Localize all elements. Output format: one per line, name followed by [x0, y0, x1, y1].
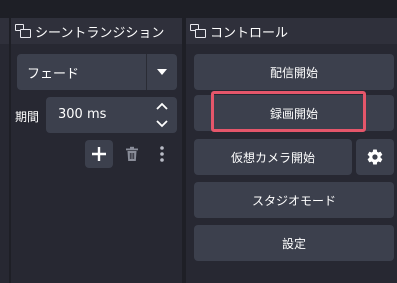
dock-undock-icon[interactable]	[190, 24, 206, 38]
settings-button[interactable]: 設定	[194, 225, 394, 261]
controls-header[interactable]: コントロール	[186, 18, 397, 44]
studio-mode-button[interactable]: スタジオモード	[194, 182, 394, 218]
start-streaming-button[interactable]: 配信開始	[194, 54, 394, 90]
previous-dock-edge	[0, 18, 9, 283]
transition-select[interactable]: フェード	[17, 54, 177, 90]
top-bar	[0, 0, 397, 18]
virtual-camera-settings-button[interactable]	[356, 139, 394, 175]
more-vertical-icon	[160, 146, 164, 162]
start-virtual-camera-button[interactable]: 仮想カメラ開始	[194, 139, 352, 175]
trash-icon	[126, 146, 138, 161]
transition-select-value: フェード	[27, 66, 80, 82]
scene-transitions-title: シーントランジション	[35, 25, 165, 41]
add-transition-button[interactable]	[85, 140, 113, 168]
duration-value[interactable]: 300 ms	[46, 97, 149, 133]
dock-undock-icon[interactable]	[15, 24, 31, 38]
chevron-down-icon[interactable]	[149, 115, 175, 133]
previous-dock-header-edge	[0, 18, 9, 44]
chevron-down-icon[interactable]	[146, 54, 177, 90]
start-recording-button[interactable]: 録画開始	[194, 95, 394, 131]
controls-title: コントロール	[210, 25, 289, 41]
remove-transition-button[interactable]	[118, 140, 146, 168]
plus-icon	[92, 147, 106, 161]
duration-spinbox[interactable]: 300 ms	[46, 97, 177, 133]
transition-properties-button[interactable]	[150, 140, 174, 168]
chevron-up-icon[interactable]	[149, 97, 175, 115]
scene-transitions-header[interactable]: シーントランジション	[11, 18, 182, 44]
gear-icon	[367, 149, 383, 165]
duration-label: 期間	[15, 110, 40, 124]
